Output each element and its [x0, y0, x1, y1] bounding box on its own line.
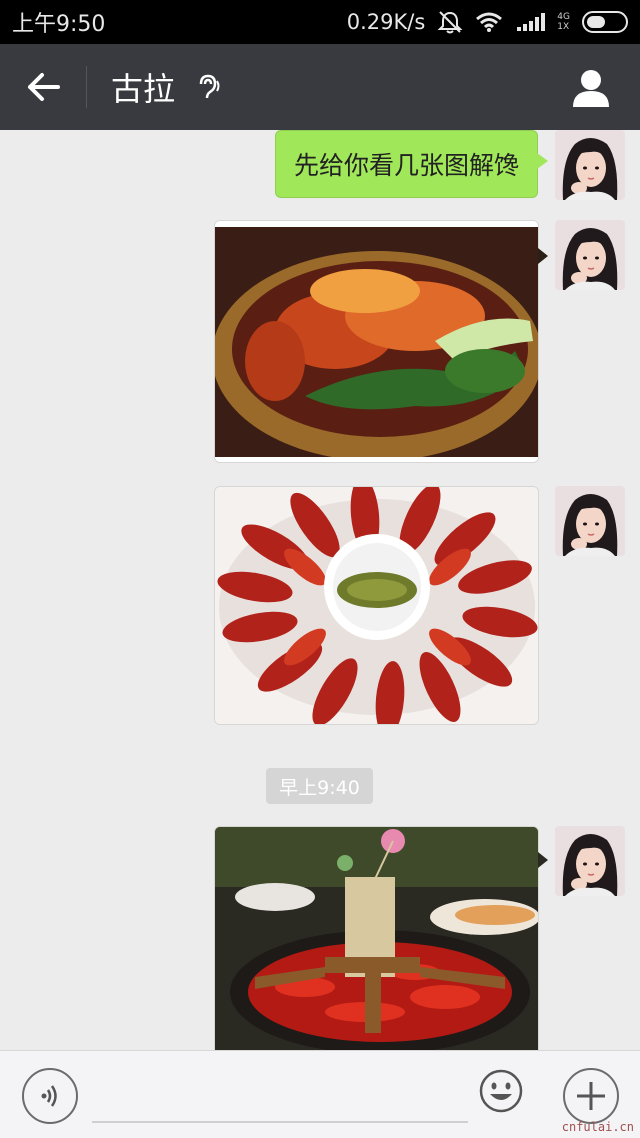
- status-time: 上午9:50: [12, 12, 106, 37]
- battery-icon: [582, 11, 628, 33]
- profile-button[interactable]: [566, 62, 616, 112]
- wifi-icon: [475, 11, 503, 33]
- status-icons: 0.29K/s 4G 1X: [347, 10, 628, 34]
- voice-button[interactable]: [22, 1068, 78, 1124]
- timestamp-chip: 早上9:40: [266, 768, 373, 804]
- avatar[interactable]: [555, 130, 625, 200]
- food-image: [215, 487, 538, 724]
- mute-icon: [437, 10, 463, 34]
- watermark: cnfulai.cn: [561, 1120, 634, 1134]
- title-bar: 古拉: [0, 44, 640, 130]
- avatar[interactable]: [555, 826, 625, 896]
- network-speed: 0.29K/s: [346, 10, 426, 34]
- chat-title: 古拉: [111, 70, 176, 108]
- avatar[interactable]: [555, 220, 625, 290]
- input-bar: cnfulai.cn: [0, 1050, 640, 1138]
- network-type: 4G 1X: [557, 12, 570, 32]
- signal-icon: [515, 11, 551, 33]
- message-input[interactable]: [92, 1067, 468, 1123]
- person-icon: [573, 70, 609, 107]
- chat-area[interactable]: 先给你看几张图解馋 早上9:40: [0, 130, 640, 1050]
- plus-icon: [577, 1082, 605, 1110]
- bubble-tail: [538, 852, 548, 868]
- plus-button[interactable]: [563, 1068, 619, 1124]
- image-message-bubble[interactable]: [214, 826, 539, 1050]
- message-text: 先给你看几张图解馋: [293, 151, 519, 180]
- voice-icon: [41, 1085, 57, 1107]
- title-divider: [86, 66, 87, 108]
- back-button[interactable]: [0, 44, 86, 130]
- avatar[interactable]: [555, 486, 625, 556]
- back-arrow-icon: [28, 73, 60, 101]
- image-message-bubble[interactable]: [214, 220, 539, 463]
- earpiece-icon[interactable]: [193, 72, 223, 102]
- emoji-button[interactable]: [478, 1068, 524, 1114]
- emoji-icon: [479, 1069, 523, 1113]
- food-image: [215, 827, 538, 1050]
- food-image: [215, 221, 538, 462]
- bubble-tail: [538, 248, 548, 264]
- text-message-bubble[interactable]: 先给你看几张图解馋: [274, 130, 549, 198]
- image-message-bubble[interactable]: [214, 486, 539, 725]
- status-bar: 上午9:50 0.29K/s 4G 1X: [0, 0, 640, 44]
